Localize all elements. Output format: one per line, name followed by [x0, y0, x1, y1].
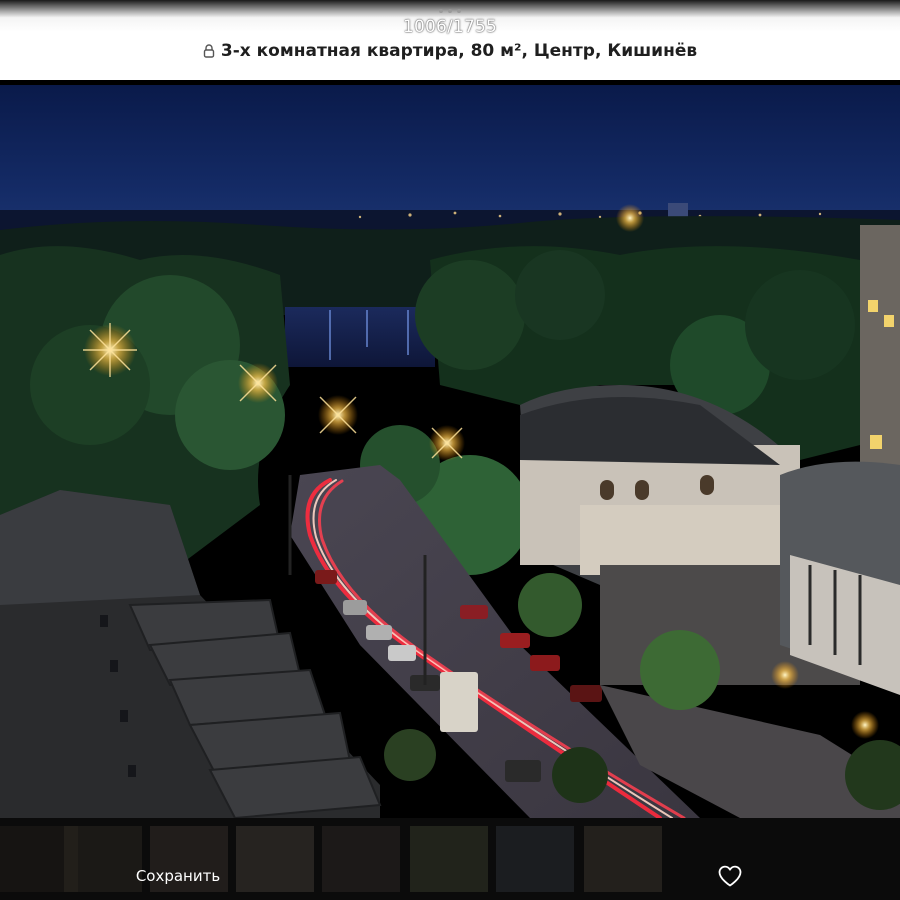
heart-icon [718, 865, 742, 887]
thumbnail[interactable] [584, 826, 662, 892]
listing-title-row: 3-х комнатная квартира, 80 м², Центр, Ки… [0, 40, 900, 62]
grabber-dot [457, 9, 461, 13]
grabber-dot [448, 9, 452, 13]
sheet-grabber[interactable] [439, 9, 461, 13]
thumbnail[interactable] [322, 826, 400, 892]
thumbnail[interactable] [236, 826, 314, 892]
listing-photo[interactable] [0, 85, 900, 818]
viewer-header: 1006/1755 3-х комнатная квартира, 80 м²,… [0, 0, 900, 80]
thumbnail[interactable] [410, 826, 488, 892]
night-city-photo [0, 85, 900, 818]
lock-icon [203, 44, 215, 58]
grabber-dot [439, 9, 443, 13]
photo-counter: 1006/1755 [402, 17, 498, 37]
save-button[interactable]: Сохранить [118, 858, 238, 894]
thumbnail[interactable] [496, 826, 574, 892]
listing-title: 3-х комнатная квартира, 80 м², Центр, Ки… [220, 41, 698, 61]
like-button[interactable] [710, 858, 750, 894]
